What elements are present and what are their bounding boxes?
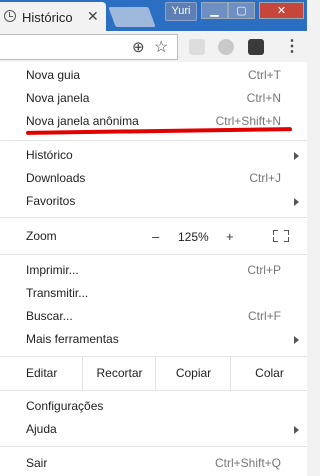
menu-item-settings[interactable]: Configurações [0,395,307,418]
fullscreen-icon[interactable] [273,230,289,242]
menu-item-label: Sair [26,456,48,470]
menu-item-history[interactable]: Histórico [0,144,307,167]
submenu-arrow-icon [294,336,299,344]
toolbar: ⊕ ☆ ⋮ [0,31,307,63]
maximize-button[interactable]: ▢ [228,2,255,19]
title-bar: Histórico ✕ Yuri ▁ ▢ ✕ [0,0,307,31]
extension-icon[interactable] [189,39,205,55]
menu-item-cast[interactable]: Transmitir... [0,282,307,305]
submenu-arrow-icon [294,426,299,434]
divider [0,254,307,255]
submenu-arrow-icon [294,198,299,206]
divider [0,140,307,141]
extension-icon[interactable] [218,39,234,55]
address-bar[interactable]: ⊕ ☆ [0,34,178,60]
zoom-in-button[interactable]: + [226,229,234,244]
browser-tab[interactable]: Histórico ✕ [0,2,106,31]
menu-item-bookmarks[interactable]: Favoritos [0,190,307,213]
zoom-label: Zoom [26,229,57,243]
chrome-menu: Nova guia Ctrl+T Nova janela Ctrl+N Nova… [0,62,307,476]
zoom-value: 125% [178,230,209,244]
menu-item-print[interactable]: Imprimir... Ctrl+P [0,259,307,282]
menu-item-more-tools[interactable]: Mais ferramentas [0,328,307,351]
zoom-row: Zoom – 125% + [0,225,307,248]
menu-item-label: Downloads [26,171,86,185]
download-extension-icon[interactable] [248,39,264,55]
menu-item-label: Nova janela anônima [26,114,139,128]
divider [0,390,307,391]
menu-item-shortcut: Ctrl+T [248,68,281,82]
menu-item-exit[interactable]: Sair Ctrl+Shift+Q [0,452,307,475]
edit-label: Editar [26,366,58,380]
menu-item-label: Nova guia [26,68,81,82]
new-tab-button[interactable] [108,7,156,27]
submenu-arrow-icon [294,152,299,160]
menu-item-shortcut: Ctrl+P [247,263,281,277]
divider [0,446,307,447]
edit-row: Editar Recortar Copiar Colar [0,357,307,390]
paste-button[interactable]: Colar [230,357,308,390]
menu-item-shortcut: Ctrl+Shift+N [215,114,281,128]
menu-item-new-tab[interactable]: Nova guia Ctrl+T [0,64,307,87]
menu-item-label: Transmitir... [26,286,89,300]
menu-item-label: Buscar... [26,309,73,323]
menu-item-shortcut: Ctrl+N [246,91,281,105]
minimize-button[interactable]: ▁ [201,2,228,19]
profile-button[interactable]: Yuri [165,2,197,21]
copy-button[interactable]: Copiar [155,357,231,390]
menu-item-help[interactable]: Ajuda [0,418,307,441]
menu-item-downloads[interactable]: Downloads Ctrl+J [0,167,307,190]
tab-title: Histórico [22,10,73,25]
menu-item-label: Mais ferramentas [26,332,119,346]
cut-button[interactable]: Recortar [82,357,156,390]
zoom-out-button[interactable]: – [152,229,159,244]
history-icon [4,10,16,22]
zoom-icon[interactable]: ⊕ [132,38,145,56]
close-window-button[interactable]: ✕ [259,2,304,19]
menu-item-shortcut: Ctrl+Shift+Q [214,456,281,470]
tab-close-icon[interactable]: ✕ [87,8,99,25]
menu-item-label: Histórico [26,148,73,162]
menu-item-label: Nova janela [26,91,90,105]
menu-item-new-window[interactable]: Nova janela Ctrl+N [0,87,307,110]
menu-item-label: Favoritos [26,194,76,208]
menu-item-label: Imprimir... [26,263,79,277]
menu-item-find[interactable]: Buscar... Ctrl+F [0,305,307,328]
menu-item-label: Ajuda [26,422,57,436]
menu-item-shortcut: Ctrl+J [249,171,281,185]
divider [0,217,307,218]
menu-icon[interactable]: ⋮ [284,36,300,56]
menu-item-shortcut: Ctrl+F [248,309,281,323]
star-icon[interactable]: ☆ [154,37,168,57]
menu-item-label: Configurações [26,399,104,413]
